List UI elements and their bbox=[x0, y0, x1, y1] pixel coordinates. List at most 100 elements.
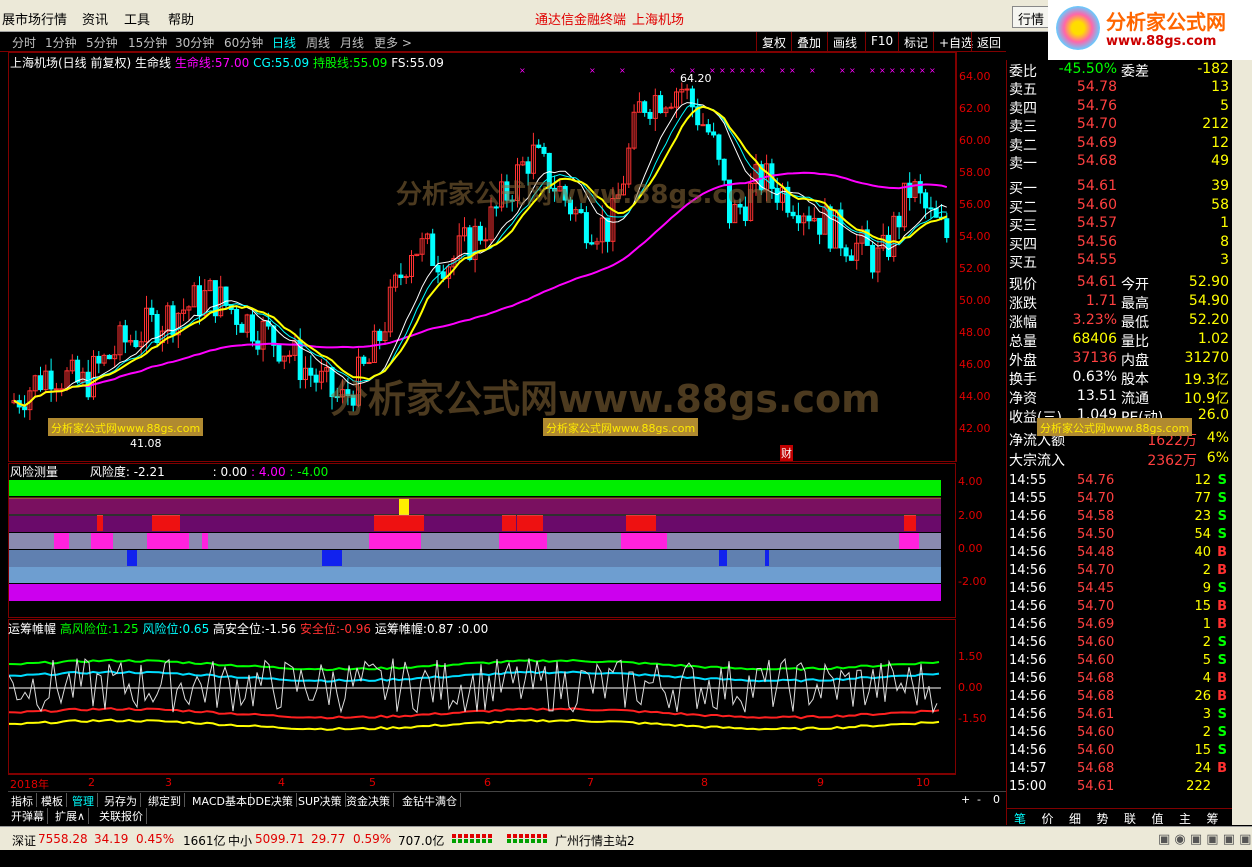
tick-row[interactable]: 14:56 54.69 1 B bbox=[1007, 617, 1233, 635]
candle-body[interactable] bbox=[308, 367, 314, 376]
back-button[interactable]: 返回 bbox=[971, 32, 1006, 52]
candle-body[interactable] bbox=[22, 406, 28, 411]
candle-body[interactable] bbox=[48, 370, 54, 390]
candle-body[interactable] bbox=[790, 211, 796, 217]
candle-body[interactable] bbox=[366, 362, 372, 365]
menu-tools[interactable]: 工具 bbox=[124, 9, 150, 28]
zoom-in-button[interactable]: + bbox=[958, 793, 973, 806]
zoom-reset-button[interactable]: 0 bbox=[990, 793, 1003, 806]
candle-body[interactable] bbox=[435, 265, 441, 273]
candle-body[interactable] bbox=[647, 111, 653, 119]
candle-body[interactable] bbox=[817, 217, 823, 235]
f10-button[interactable]: F10 bbox=[865, 32, 898, 52]
candle-body[interactable] bbox=[525, 161, 531, 174]
candle-body[interactable] bbox=[668, 106, 674, 109]
tick-row[interactable]: 14:56 54.45 9 S bbox=[1007, 581, 1233, 599]
period-tab[interactable]: 月线 bbox=[340, 34, 364, 51]
risk-panel[interactable] bbox=[8, 463, 956, 618]
tick-row[interactable]: 14:56 54.60 5 S bbox=[1007, 653, 1233, 671]
tick-row[interactable]: 14:55 54.70 77 S bbox=[1007, 491, 1233, 509]
tick-row[interactable]: 14:56 54.58 23 S bbox=[1007, 509, 1233, 527]
candle-body[interactable] bbox=[541, 146, 547, 154]
candle-body[interactable] bbox=[197, 285, 202, 316]
candle-body[interactable] bbox=[223, 286, 229, 306]
candle-body[interactable] bbox=[53, 388, 59, 391]
tick-row[interactable]: 14:55 54.76 12 S bbox=[1007, 473, 1233, 491]
candle-body[interactable] bbox=[806, 215, 812, 222]
candle-body[interactable] bbox=[276, 344, 282, 362]
candle-body[interactable] bbox=[583, 212, 589, 244]
period-tab-selected[interactable]: 日线 bbox=[272, 34, 296, 51]
candle-body[interactable] bbox=[38, 375, 43, 391]
candle-body[interactable] bbox=[361, 356, 367, 364]
menu-help[interactable]: 帮助 bbox=[168, 9, 194, 28]
candle-body[interactable] bbox=[398, 274, 404, 279]
candle-body[interactable] bbox=[711, 131, 717, 136]
bid-row[interactable]: 买四 54.56 8 bbox=[1007, 234, 1233, 253]
candle-body[interactable] bbox=[896, 215, 902, 228]
candle-body[interactable] bbox=[642, 101, 648, 113]
tab-danmaku[interactable]: 开弹幕 bbox=[8, 808, 48, 824]
candle-body[interactable] bbox=[287, 354, 293, 357]
quote-tab[interactable]: 主 bbox=[1179, 810, 1191, 827]
zoom-out-button[interactable]: - bbox=[974, 793, 984, 806]
mark-button[interactable]: 标记 bbox=[898, 32, 933, 52]
candle-body[interactable] bbox=[377, 330, 383, 342]
right-scrollbar[interactable] bbox=[1232, 60, 1252, 825]
ask-row[interactable]: 卖四 54.76 5 bbox=[1007, 98, 1233, 117]
tick-row[interactable]: 14:56 54.48 40 B bbox=[1007, 545, 1233, 563]
period-tab[interactable]: 5分钟 bbox=[86, 34, 118, 51]
quote-button[interactable]: 行情 bbox=[1012, 6, 1051, 28]
server-name[interactable]: 广州行情主站2 bbox=[555, 832, 635, 849]
ad-label[interactable]: 分析家公式网www.88gs.com bbox=[1037, 418, 1193, 436]
candle-body[interactable] bbox=[917, 181, 923, 194]
overlay-button[interactable]: 叠加 bbox=[791, 32, 826, 52]
candle-body[interactable] bbox=[705, 124, 711, 133]
ad-label[interactable]: 分析家公式网www.88gs.com bbox=[48, 418, 204, 436]
tab-expand[interactable]: 扩展∧ bbox=[52, 808, 90, 824]
tick-row[interactable]: 14:56 54.70 15 B bbox=[1007, 599, 1233, 617]
candle-body[interactable] bbox=[716, 134, 722, 160]
candle-body[interactable] bbox=[133, 340, 139, 348]
tick-row[interactable]: 14:56 54.68 4 B bbox=[1007, 671, 1233, 689]
bid-row[interactable]: 买一 54.61 39 bbox=[1007, 178, 1233, 197]
ask-row[interactable]: 卖二 54.69 12 bbox=[1007, 135, 1233, 154]
adjust-button[interactable]: 复权 bbox=[756, 32, 791, 52]
tick-row[interactable]: 14:56 54.50 54 S bbox=[1007, 527, 1233, 545]
menu-market[interactable]: 展市场行情 bbox=[2, 9, 67, 28]
candle-body[interactable] bbox=[122, 325, 128, 343]
tick-row[interactable]: 14:56 54.60 2 S bbox=[1007, 725, 1233, 743]
period-tab[interactable]: 周线 bbox=[306, 34, 330, 51]
period-tab[interactable]: 60分钟 bbox=[224, 34, 263, 51]
candle-body[interactable] bbox=[149, 307, 155, 315]
quote-tab[interactable]: 筹 bbox=[1207, 810, 1219, 827]
candle-body[interactable] bbox=[923, 192, 929, 209]
finance-marker[interactable]: 财 bbox=[780, 445, 793, 461]
candle-body[interactable] bbox=[944, 218, 950, 239]
ask-row[interactable]: 卖三 54.70 212 bbox=[1007, 116, 1233, 135]
ask-row[interactable]: 卖五 54.78 13 bbox=[1007, 79, 1233, 98]
quote-tab[interactable]: 细 bbox=[1069, 810, 1081, 827]
candle-body[interactable] bbox=[589, 242, 595, 245]
tick-row[interactable]: 14:56 54.68 26 B bbox=[1007, 689, 1233, 707]
quote-tab[interactable]: 值 bbox=[1152, 810, 1164, 827]
candle-body[interactable] bbox=[536, 144, 542, 148]
candle-body[interactable] bbox=[239, 323, 245, 333]
candle-body[interactable] bbox=[700, 124, 706, 127]
candle-body[interactable] bbox=[658, 95, 664, 114]
period-tab[interactable]: 30分钟 bbox=[175, 34, 214, 51]
tick-row[interactable]: 15:00 54.61 222 bbox=[1007, 779, 1233, 797]
bid-row[interactable]: 买三 54.57 1 bbox=[1007, 215, 1233, 234]
candle-body[interactable] bbox=[477, 225, 483, 241]
candle-body[interactable] bbox=[870, 244, 876, 273]
quote-tab[interactable]: 联 bbox=[1124, 810, 1136, 827]
candle-body[interactable] bbox=[75, 359, 81, 383]
bid-row[interactable]: 买五 54.55 3 bbox=[1007, 252, 1233, 271]
period-tab[interactable]: 分时 bbox=[12, 34, 36, 51]
menu-news[interactable]: 资讯 bbox=[82, 9, 108, 28]
tick-row[interactable]: 14:57 54.68 24 B bbox=[1007, 761, 1233, 779]
tick-row[interactable]: 14:56 54.60 15 S bbox=[1007, 743, 1233, 761]
more-periods[interactable]: 更多 > bbox=[374, 34, 412, 51]
tick-row[interactable]: 14:56 54.61 3 S bbox=[1007, 707, 1233, 725]
candle-body[interactable] bbox=[313, 374, 319, 383]
